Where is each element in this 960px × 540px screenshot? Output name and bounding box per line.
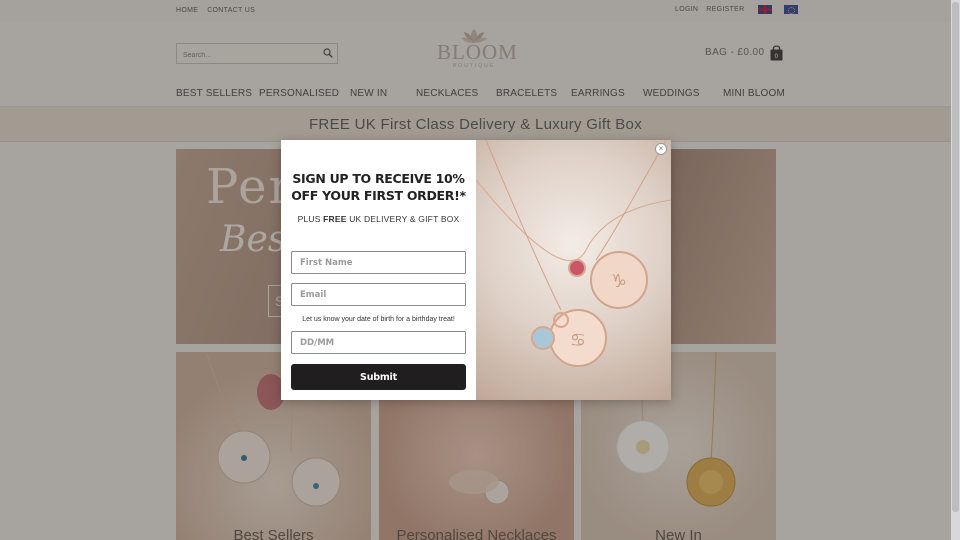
email-field[interactable] xyxy=(291,283,466,306)
first-name-field[interactable] xyxy=(291,251,466,274)
necklace-photo: ♑ ♋ xyxy=(476,140,671,367)
scrollbar[interactable] xyxy=(951,0,960,540)
modal-product-photo: ♑ ♋ xyxy=(476,140,671,400)
svg-text:♋: ♋ xyxy=(570,330,586,351)
dob-field[interactable] xyxy=(291,331,466,354)
headline-line-1: SIGN UP TO RECEIVE 10% xyxy=(292,171,465,186)
close-icon[interactable]: × xyxy=(655,143,667,155)
subtitle-suffix: UK DELIVERY & GIFT BOX xyxy=(346,214,460,224)
submit-button[interactable]: Submit xyxy=(291,364,466,390)
signup-form: SIGN UP TO RECEIVE 10% OFF YOUR FIRST OR… xyxy=(281,140,476,400)
scrollbar-thumb[interactable] xyxy=(952,2,959,512)
svg-text:♑: ♑ xyxy=(611,271,627,292)
page: HOME CONTACT US LOGIN REGISTER Search...… xyxy=(0,0,951,540)
signup-modal: SIGN UP TO RECEIVE 10% OFF YOUR FIRST OR… xyxy=(281,140,671,400)
modal-headline: SIGN UP TO RECEIVE 10% OFF YOUR FIRST OR… xyxy=(287,170,470,204)
subtitle-free: FREE xyxy=(323,214,347,224)
birthday-note: Let us know your date of birth for a bir… xyxy=(302,316,455,323)
headline-line-2: OFF YOUR FIRST ORDER!* xyxy=(291,188,466,203)
modal-subtitle: PLUS FREE UK DELIVERY & GIFT BOX xyxy=(281,214,476,224)
subtitle-prefix: PLUS xyxy=(297,214,324,224)
